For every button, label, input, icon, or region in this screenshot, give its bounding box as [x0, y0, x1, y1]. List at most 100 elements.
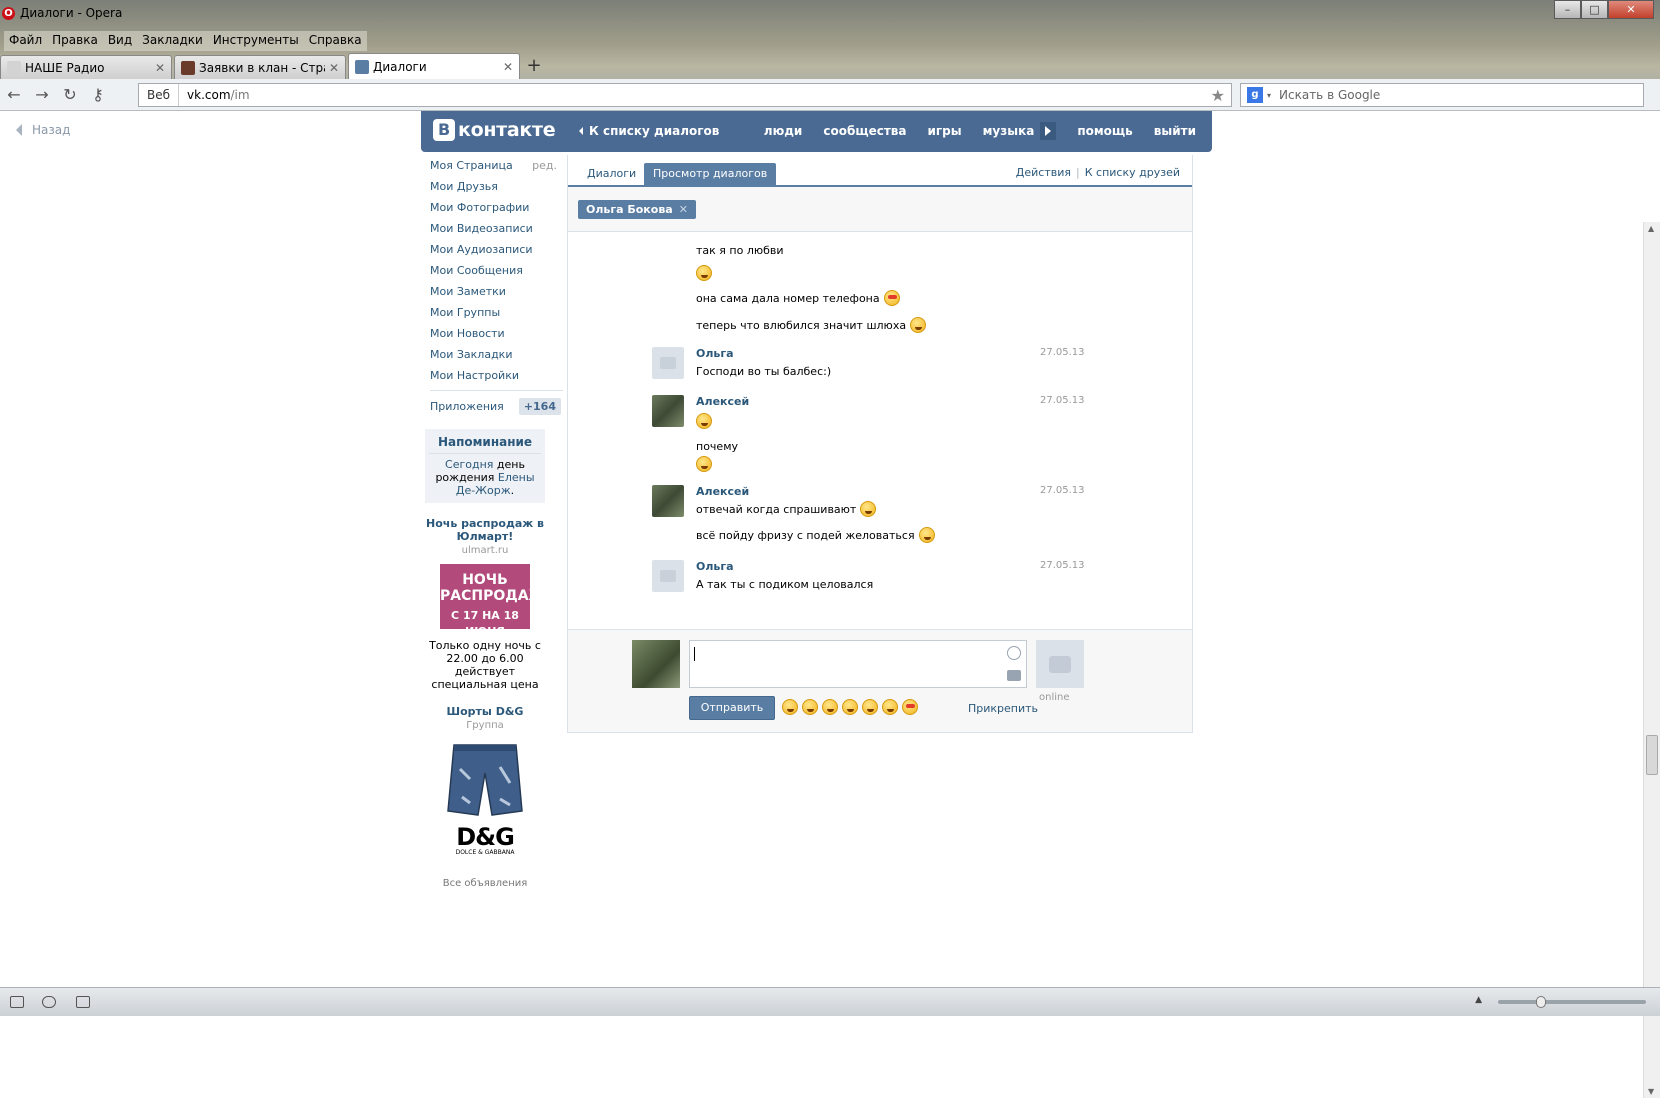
tab-close-icon[interactable]: ✕ [503, 60, 513, 74]
ad-title[interactable]: Ночь распродаж в Юлмарт! [421, 517, 549, 543]
sidebar-item-videos[interactable]: Мои Видеозаписи [421, 218, 563, 239]
avatar-placeholder-icon[interactable] [652, 347, 684, 379]
google-icon[interactable]: g [1247, 87, 1263, 103]
sidebar-item-my-page[interactable]: Моя Страница ред. [421, 155, 563, 176]
play-icon[interactable] [1040, 122, 1057, 140]
my-avatar[interactable] [632, 640, 680, 688]
cloud-icon[interactable] [42, 996, 56, 1008]
message-author[interactable]: Алексей [696, 485, 749, 498]
reload-icon[interactable]: ↻ [56, 83, 84, 107]
message-author[interactable]: Ольга [696, 560, 734, 573]
tab-nashe-radio[interactable]: НАШЕ Радио ✕ [0, 55, 172, 79]
heart-eyes-emoji-icon[interactable] [902, 699, 918, 715]
avatar[interactable] [652, 395, 684, 427]
smile-emoji-icon[interactable] [782, 699, 798, 715]
zoom-knob[interactable] [1536, 996, 1546, 1008]
panel-toggle-icon[interactable] [10, 996, 24, 1008]
sidebar-item-groups[interactable]: Мои Группы [421, 302, 563, 323]
minimize-button[interactable]: – [1554, 0, 1581, 19]
blush-emoji-icon[interactable] [862, 699, 878, 715]
back-icon[interactable]: ← [0, 83, 28, 107]
remove-peer-icon[interactable]: ✕ [679, 203, 688, 216]
sidebar-item-news[interactable]: Мои Новости [421, 323, 563, 344]
attach-link[interactable]: Прикрепить [968, 702, 1038, 715]
close-window-button[interactable]: ✕ [1608, 0, 1654, 19]
chevron-down-icon[interactable]: ▾ [1267, 91, 1271, 100]
reminder-today-link[interactable]: Сегодня [445, 458, 493, 471]
sidebar-item-bookmarks[interactable]: Мои Закладки [421, 344, 563, 365]
tab-clan-requests[interactable]: Заявки в клан - Стран... ✕ [174, 55, 346, 79]
message-date[interactable]: 27.05.13 [1040, 485, 1085, 496]
ad-title[interactable]: Шорты D&G [421, 705, 549, 718]
menu-tools[interactable]: Инструменты [208, 31, 304, 51]
message-date[interactable]: 27.05.13 [1040, 395, 1085, 406]
vk-logo[interactable]: Вконтакте [433, 119, 556, 141]
grin-emoji-icon[interactable] [802, 699, 818, 715]
sidebar-item-notes[interactable]: Мои Заметки [421, 281, 563, 302]
smiley-icon[interactable] [1007, 646, 1021, 660]
edit-link[interactable]: ред. [532, 155, 563, 176]
message-author[interactable]: Ольга [696, 347, 734, 360]
friends-list-link[interactable]: К списку друзей [1085, 166, 1180, 179]
key-icon[interactable]: ⚷ [84, 83, 112, 107]
laugh-emoji-icon[interactable] [822, 699, 838, 715]
menu-help[interactable]: Справка [304, 31, 367, 51]
tab-dialogs-list[interactable]: Диалоги [578, 163, 645, 187]
sidebar-item-friends[interactable]: Мои Друзья [421, 176, 563, 197]
nav-logout[interactable]: выйти [1154, 124, 1196, 142]
sidebar-item-photos[interactable]: Мои Фотографии [421, 197, 563, 218]
ad-dg-shorts[interactable]: Шорты D&G Группа D&G DOLCE & GABBANA [421, 705, 549, 856]
url-text[interactable]: vk.com/im [179, 88, 250, 102]
tab-dialogs[interactable]: Диалоги ✕ [348, 53, 520, 79]
sidebar-item-settings[interactable]: Мои Настройки [421, 365, 563, 386]
tab-view-dialogs[interactable]: Просмотр диалогов [644, 163, 777, 187]
peer-avatar-placeholder-icon[interactable] [1036, 640, 1084, 688]
page-scrollbar[interactable]: ▲ ▼ [1643, 222, 1660, 1098]
menu-edit[interactable]: Правка [47, 31, 103, 51]
actions-link[interactable]: Действия [1016, 166, 1071, 179]
nav-music[interactable]: музыка [983, 124, 1035, 142]
sidebar-item-apps[interactable]: Приложения +164 [421, 395, 563, 417]
sidebar-item-audio[interactable]: Мои Аудиозаписи [421, 239, 563, 260]
message-date[interactable]: 27.05.13 [1040, 560, 1085, 571]
camera-icon[interactable] [1007, 670, 1021, 681]
menu-file[interactable]: Файл [4, 31, 47, 51]
back-link[interactable]: Назад [16, 123, 70, 137]
forward-icon[interactable]: → [28, 83, 56, 107]
frown-emoji-icon[interactable] [842, 699, 858, 715]
menu-view[interactable]: Вид [103, 31, 137, 51]
message-date[interactable]: 27.05.13 [1040, 347, 1085, 358]
nav-help[interactable]: помощь [1077, 124, 1132, 142]
squint-emoji-icon[interactable] [882, 699, 898, 715]
bookmark-star-icon[interactable]: ★ [1211, 86, 1225, 105]
web-badge[interactable]: Веб [139, 84, 180, 106]
ad-ulmart[interactable]: Ночь распродаж в Юлмарт! ulmart.ru НОЧЬ Р… [421, 517, 549, 691]
scroll-down-icon[interactable]: ▼ [1648, 1087, 1654, 1096]
sidebar-item-messages[interactable]: Мои Сообщения [421, 260, 563, 281]
avatar-placeholder-icon[interactable] [652, 560, 684, 592]
maximize-button[interactable]: □ [1581, 0, 1608, 19]
back-to-dialogs-link[interactable]: К списку диалогов [579, 124, 719, 138]
address-bar[interactable]: Веб vk.com/im ★ [138, 83, 1232, 107]
search-field[interactable]: g ▾ Искать в Google [1240, 83, 1644, 107]
message-input[interactable] [689, 640, 1027, 688]
zoom-slider[interactable] [1498, 996, 1646, 1008]
nav-games[interactable]: игры [928, 124, 962, 142]
scroll-thumb[interactable] [1646, 735, 1658, 775]
nav-communities[interactable]: сообщества [823, 124, 906, 142]
scroll-up-icon[interactable]: ▲ [1648, 224, 1654, 233]
shorts-image[interactable] [440, 739, 530, 819]
ad-sale-image[interactable]: НОЧЬ РАСПРОДАЖ С 17 НА 18 ИЮНЯ [440, 564, 546, 638]
peer-chip[interactable]: Ольга Бокова ✕ [578, 200, 696, 219]
all-ads-link[interactable]: Все объявления [421, 878, 549, 889]
send-button[interactable]: Отправить [689, 696, 775, 720]
avatar[interactable] [652, 485, 684, 517]
menu-bookmarks[interactable]: Закладки [137, 31, 208, 51]
speedometer-icon[interactable] [76, 996, 90, 1008]
new-tab-button[interactable]: + [522, 55, 546, 79]
tab-close-icon[interactable]: ✕ [155, 61, 165, 75]
nav-people[interactable]: люди [764, 124, 803, 142]
message-author[interactable]: Алексей [696, 395, 749, 408]
triangle-up-icon[interactable]: ▲ [1475, 995, 1482, 1005]
tab-close-icon[interactable]: ✕ [329, 61, 339, 75]
